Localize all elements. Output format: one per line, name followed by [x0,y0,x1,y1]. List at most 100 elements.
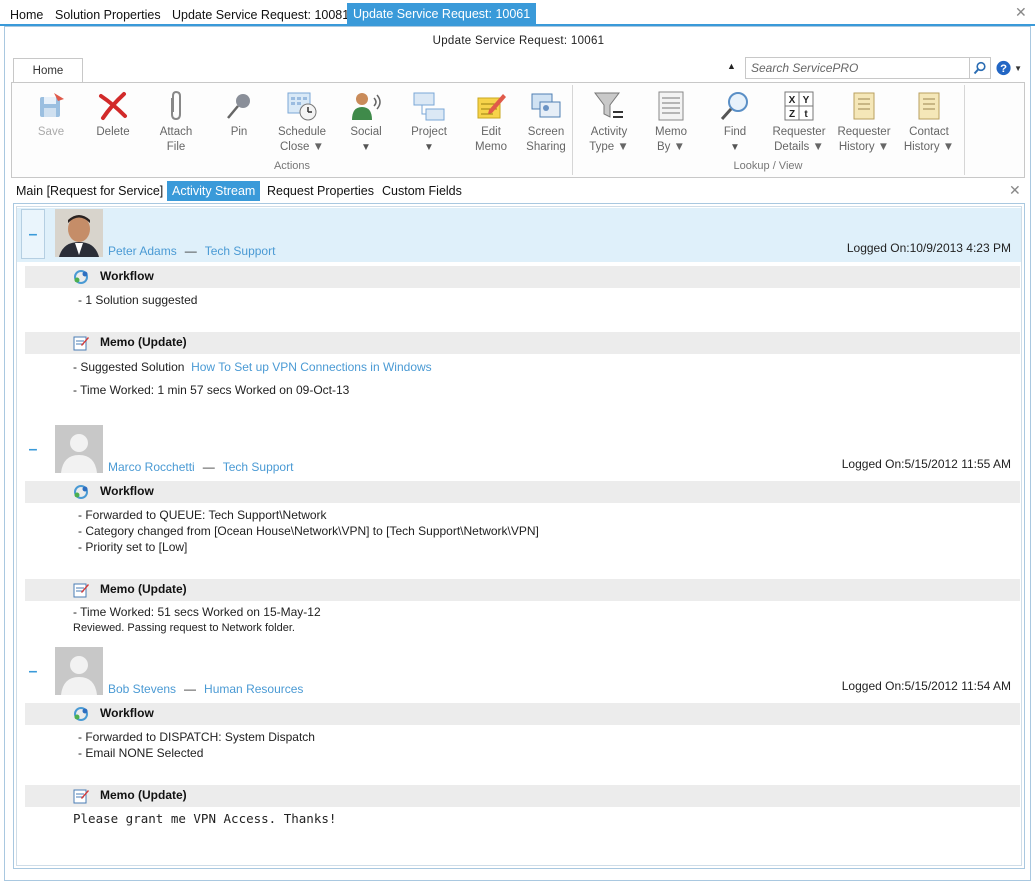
social-button[interactable]: Social ▼ [335,89,397,155]
funnel-filter-icon [594,92,623,118]
solution-link[interactable]: How To Set up VPN Connections in Windows [191,360,432,374]
group-separator [964,85,965,175]
person-link[interactable]: Marco Rocchetti [108,460,195,474]
edit-memo-label-1: Edit [481,126,501,138]
memo-section-header: Memo (Update) [25,785,1020,807]
collapse-entry-icon[interactable]: – [21,425,45,475]
xyz-details-icon: X YZ t [784,91,814,121]
department-link[interactable]: Tech Support [223,460,294,474]
screen-sharing-button[interactable]: Screen Sharing [515,89,577,155]
memo-note-icon [73,583,89,598]
person-link[interactable]: Peter Adams [108,244,177,258]
activity-type-label-2: Type ▼ [589,141,629,153]
close-tab-icon[interactable]: ✕ [1009,182,1021,199]
scroll-history-icon [853,92,875,120]
attach-file-button[interactable]: Attach File [145,89,207,155]
requester-history-label-1: Requester [837,126,891,138]
project-label-1: Project [411,126,447,138]
memo-note-icon [73,336,89,351]
memo-line: Please grant me VPN Access. Thanks! [73,811,337,826]
tab-main[interactable]: Main [Request for Service] [11,181,168,201]
help-button[interactable]: ? ▼ [996,59,1022,77]
find-label-1: Find [723,126,747,138]
workflow-line: - Forwarded to QUEUE: Tech Support\Netwo… [78,508,327,522]
workflow-icon [74,485,88,499]
memo-section-header: Memo (Update) [25,332,1020,354]
social-label-2: ▼ [361,142,371,153]
schedule-label-2: Close ▼ [280,141,324,153]
request-window: Update Service Request: 10061 Home ▲ Sea… [4,26,1031,881]
collapse-entry-icon[interactable]: – [21,647,45,697]
close-document-icon[interactable]: ✕ [1015,4,1027,21]
avatar-placeholder-icon [55,647,103,695]
schedule-close-button[interactable]: Schedule Close ▼ [271,89,333,155]
document-tabs: Home Solution Properties Update Service … [0,0,1035,26]
entry-person: Bob Stevens — Human Resources [108,682,303,696]
requester-history-button[interactable]: Requester History ▼ [833,89,895,155]
requester-details-label-1: Requester [772,126,826,138]
save-icon [40,93,64,117]
person-link[interactable]: Bob Stevens [108,682,176,696]
section-title: Memo (Update) [100,788,187,802]
requester-history-label-2: History ▼ [838,141,890,153]
tab-request-properties[interactable]: Request Properties [262,181,379,201]
edit-memo-button[interactable]: Edit Memo [460,89,522,155]
section-title: Workflow [100,484,154,498]
avatar-placeholder-icon [55,425,103,473]
doc-tab-request-10061[interactable]: Update Service Request: 10061 [347,3,537,26]
contact-history-button[interactable]: Contact History ▼ [898,89,960,155]
project-label-2: ▼ [424,142,434,153]
activity-entry-header[interactable]: – Marco Rocchetti — Tech Support Logged On… [17,425,1021,479]
tab-custom-fields[interactable]: Custom Fields [377,181,467,201]
entry-person: Peter Adams — Tech Support [108,244,275,258]
department-link[interactable]: Tech Support [205,244,276,258]
doc-tab-request-10081[interactable]: Update Service Request: 10081 [166,4,355,26]
ribbon-tab-home[interactable]: Home [13,58,83,83]
svg-text:Y: Y [803,95,810,106]
workflow-line: - 1 Solution suggested [78,293,198,307]
scroll-history-icon [918,92,940,120]
social-person-icon [352,93,381,120]
collapse-ribbon-icon[interactable]: ▲ [727,61,736,71]
workflow-line: - Priority set to [Low] [78,540,188,554]
section-title: Workflow [100,706,154,720]
group-label-actions: Actions [273,160,311,172]
delete-button[interactable]: Delete [82,89,144,140]
attach-label-2: File [166,141,186,153]
search-input[interactable]: Search ServicePRO [745,57,975,79]
pin-icon [227,94,250,119]
workflow-icon [74,270,88,284]
svg-text:?: ? [1000,63,1007,75]
svg-text:Z: Z [789,109,795,120]
workflow-line: - Category changed from [Ocean House\Net… [78,524,539,538]
requester-details-label-2: Details ▼ [774,141,824,153]
activity-type-button[interactable]: Activity Type ▼ [578,89,640,155]
memo-line: - Suggested Solution How To Set up VPN C… [73,360,432,374]
workflow-section-header: Workflow [25,703,1020,725]
save-button[interactable]: Save [20,89,82,140]
doc-tab-solution-properties[interactable]: Solution Properties [49,4,167,26]
find-button[interactable]: Find ▼ [704,89,766,155]
search-button[interactable] [969,57,991,79]
logged-on-timestamp: Logged On:10/9/2013 4:23 PM [846,241,1011,255]
activity-stream-content: – Peter Adams — Tech Support Logged On:10/… [16,206,1022,866]
requester-details-button[interactable]: XYZt Requester Details ▼ [768,89,830,155]
save-label: Save [37,126,65,138]
schedule-label-1: Schedule [278,126,326,138]
department-link[interactable]: Human Resources [204,682,303,696]
avatar-photo [55,209,103,257]
memo-by-button[interactable]: Memo By ▼ [640,89,702,155]
activity-entry-header[interactable]: – Bob Stevens — Human Resources Logged On:… [17,647,1021,701]
section-title: Workflow [100,269,154,283]
workflow-section-header: Workflow [25,481,1020,503]
workflow-line: - Email NONE Selected [78,746,204,760]
project-button[interactable]: Project ▼ [398,89,460,155]
section-title: Memo (Update) [100,582,187,596]
tab-activity-stream[interactable]: Activity Stream [167,181,261,201]
collapse-entry-icon[interactable]: – [21,209,45,259]
activity-entry-header[interactable]: – Peter Adams — Tech Support Logged On:10/… [17,208,1021,262]
activity-stream: – Peter Adams — Tech Support Logged On:10/… [13,203,1025,869]
doc-tab-home[interactable]: Home [4,4,49,26]
pin-button[interactable]: Pin [208,89,270,140]
memo-line: - Time Worked: 51 secs Worked on 15-May-… [73,605,321,619]
